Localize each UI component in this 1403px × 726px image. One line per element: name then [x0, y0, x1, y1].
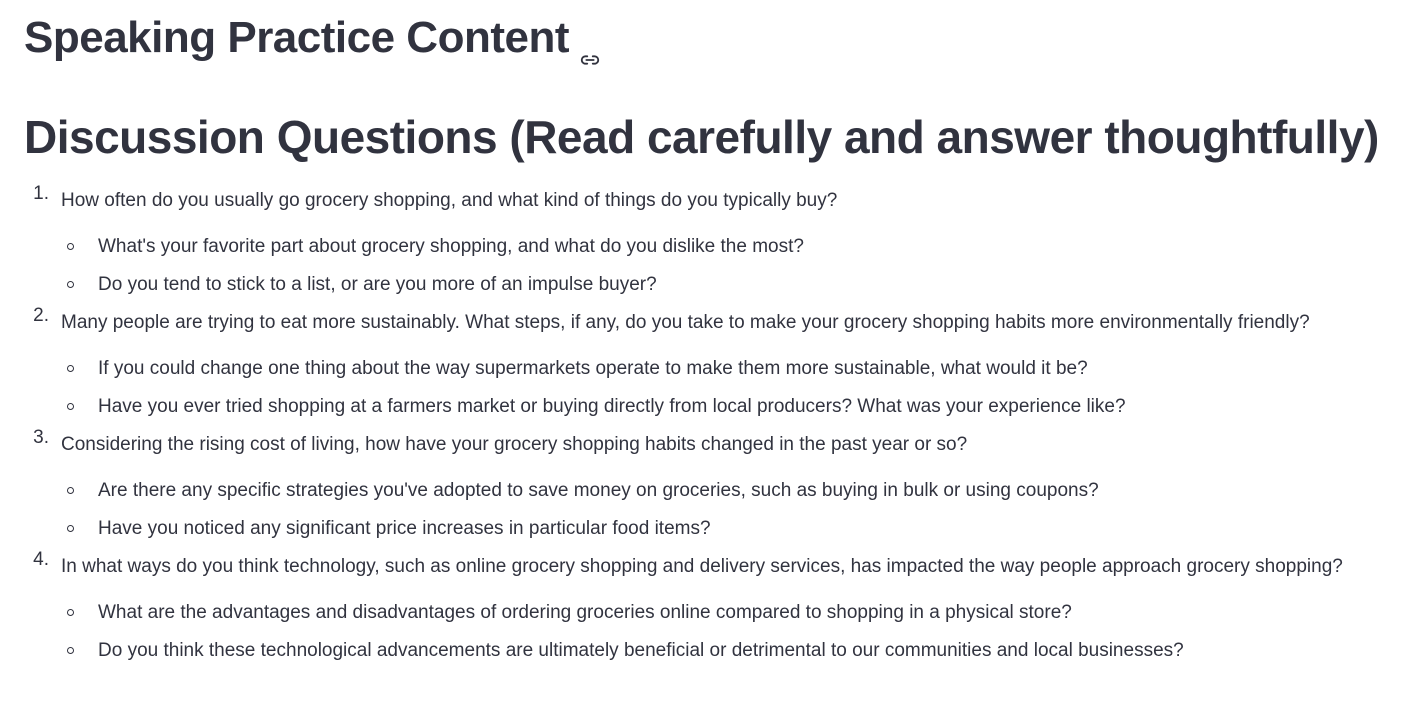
section-title: Discussion Questions (Read carefully and… [24, 111, 1379, 163]
sub-question-list: Are there any specific strategies you've… [61, 472, 1394, 548]
question-number: 2. [33, 305, 49, 326]
question-number: 3. [33, 427, 49, 448]
sub-question-text: What's your favorite part about grocery … [98, 236, 804, 257]
questions-list: 1. How often do you usually go grocery sh… [24, 182, 1394, 670]
sub-question-item: Do you think these technological advance… [67, 632, 1394, 670]
hollow-circle-bullet-icon [67, 487, 74, 494]
question-item: 3. Considering the rising cost of living,… [33, 426, 1394, 548]
sub-question-item: Do you tend to stick to a list, or are y… [67, 266, 1394, 304]
hollow-circle-bullet-icon [67, 525, 74, 532]
sub-question-text: Do you tend to stick to a list, or are y… [98, 274, 657, 295]
hollow-circle-bullet-icon [67, 403, 74, 410]
sub-question-text: Have you noticed any significant price i… [98, 518, 711, 539]
sub-question-list: What's your favorite part about grocery … [61, 228, 1394, 304]
sub-question-list: What are the advantages and disadvantage… [61, 594, 1394, 670]
sub-question-text: Are there any specific strategies you've… [98, 480, 1099, 501]
sub-question-item: Have you noticed any significant price i… [67, 510, 1394, 548]
question-text: Considering the rising cost of living, h… [61, 434, 968, 455]
question-item: 1. How often do you usually go grocery sh… [33, 182, 1394, 304]
sub-question-item: Are there any specific strategies you've… [67, 472, 1394, 510]
hollow-circle-bullet-icon [67, 243, 74, 250]
sub-question-text: Have you ever tried shopping at a farmer… [98, 396, 1126, 417]
question-item: 4. In what ways do you think technology, … [33, 548, 1394, 670]
sub-question-item: What's your favorite part about grocery … [67, 228, 1394, 266]
hollow-circle-bullet-icon [67, 281, 74, 288]
question-text: In what ways do you think technology, su… [61, 556, 1343, 577]
link-icon[interactable] [579, 31, 601, 65]
hollow-circle-bullet-icon [67, 365, 74, 372]
question-text: Many people are trying to eat more susta… [61, 312, 1310, 333]
question-text: How often do you usually go grocery shop… [61, 190, 838, 211]
sub-question-text: What are the advantages and disadvantage… [98, 602, 1072, 623]
sub-question-text: If you could change one thing about the … [98, 358, 1088, 379]
sub-question-text: Do you think these technological advance… [98, 640, 1184, 661]
page-title-text: Speaking Practice Content [24, 13, 569, 62]
hollow-circle-bullet-icon [67, 609, 74, 616]
main-content: Speaking Practice Content Discussion Que… [24, 0, 1394, 670]
sub-question-item: If you could change one thing about the … [67, 350, 1394, 388]
page-title: Speaking Practice Content [24, 0, 1394, 65]
question-number: 1. [33, 183, 49, 204]
sub-question-item: Have you ever tried shopping at a farmer… [67, 388, 1394, 426]
sub-question-item: What are the advantages and disadvantage… [67, 594, 1394, 632]
question-number: 4. [33, 549, 49, 570]
sub-question-list: If you could change one thing about the … [61, 350, 1394, 426]
hollow-circle-bullet-icon [67, 647, 74, 654]
question-item: 2. Many people are trying to eat more sus… [33, 304, 1394, 426]
